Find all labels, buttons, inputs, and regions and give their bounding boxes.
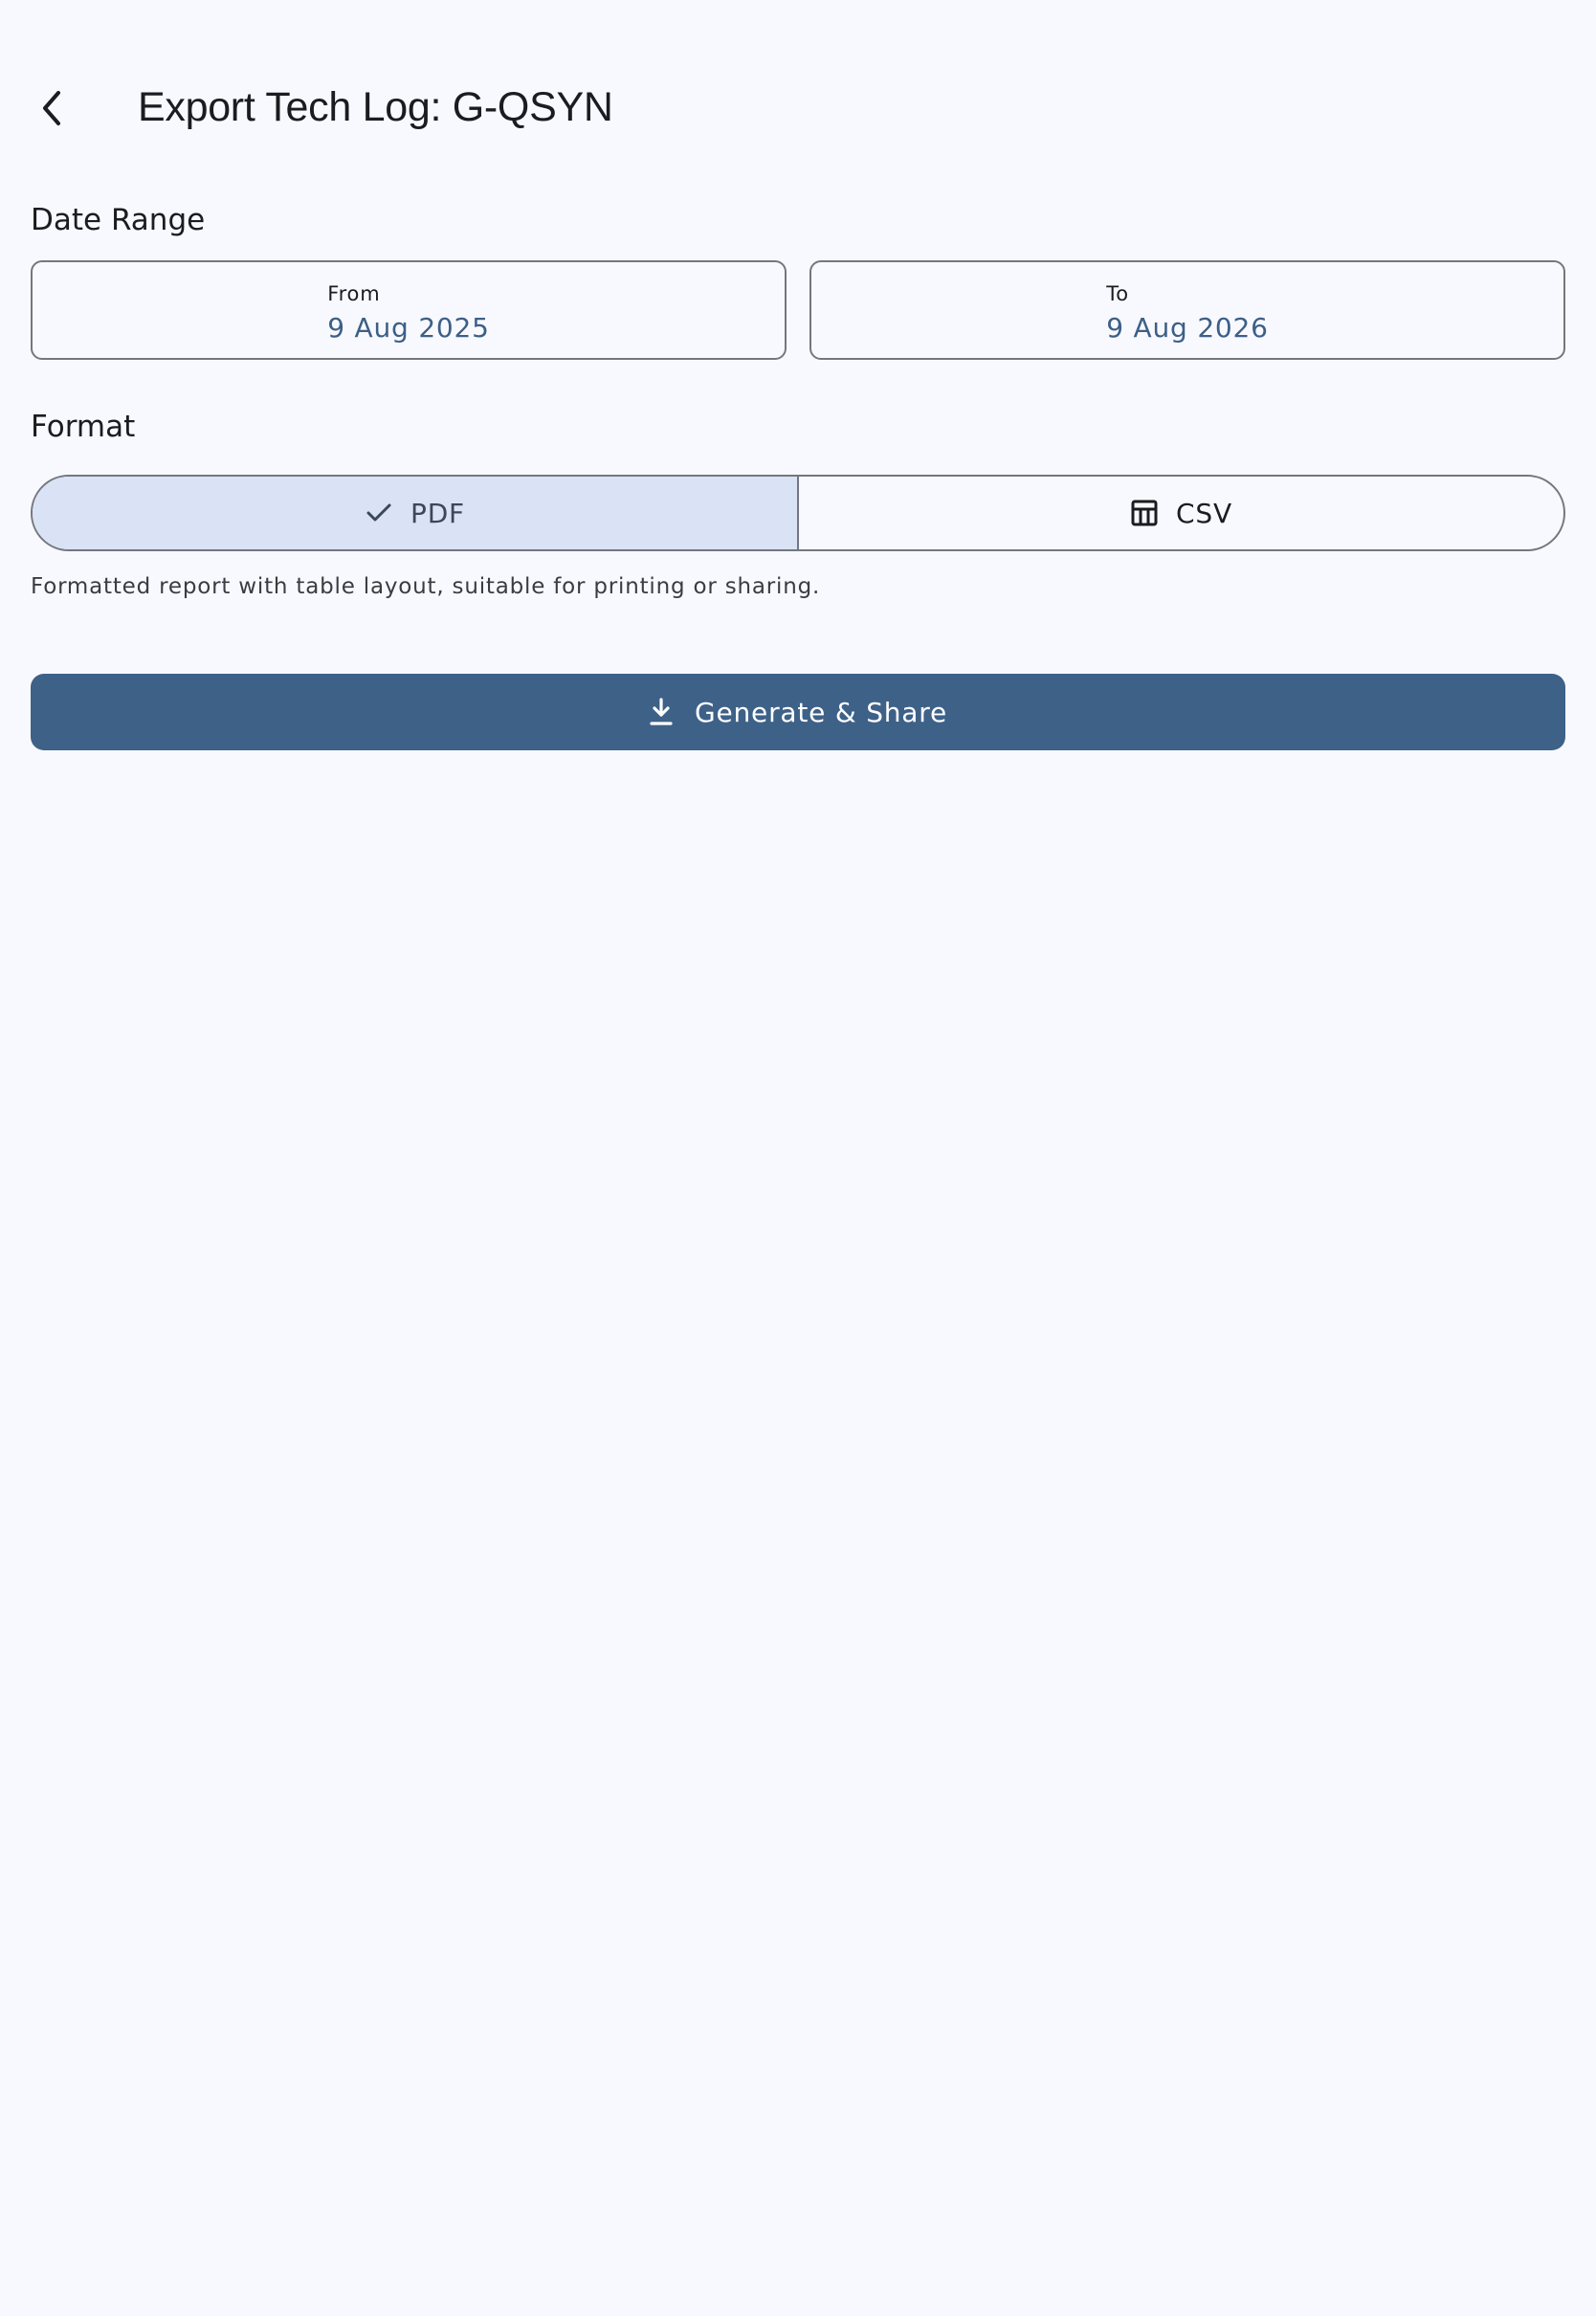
download-icon	[649, 698, 674, 726]
page-title: Export Tech Log: G-QSYN	[138, 84, 613, 130]
generate-share-label: Generate & Share	[694, 696, 947, 728]
check-icon	[365, 499, 393, 527]
app-bar: Export Tech Log: G-QSYN	[0, 56, 1596, 176]
table-icon	[1130, 499, 1159, 527]
to-date-field[interactable]: To 9 Aug 2026	[809, 260, 1565, 360]
format-option-pdf[interactable]: PDF	[33, 477, 799, 549]
from-date-value: 9 Aug 2025	[327, 312, 490, 344]
back-button[interactable]	[23, 78, 84, 139]
format-option-csv-label: CSV	[1176, 497, 1232, 529]
to-date-caption: To	[1106, 282, 1129, 305]
date-range-label: Date Range	[31, 203, 206, 237]
format-option-pdf-label: PDF	[410, 497, 465, 529]
from-date-caption: From	[327, 282, 381, 305]
generate-share-button[interactable]: Generate & Share	[31, 674, 1565, 750]
format-description: Formatted report with table layout, suit…	[31, 574, 821, 599]
to-date-value: 9 Aug 2026	[1106, 312, 1269, 344]
arrow-back-icon	[37, 89, 70, 127]
format-segmented-control: PDF CSV	[31, 475, 1565, 551]
format-option-csv[interactable]: CSV	[799, 477, 1563, 549]
format-label: Format	[31, 410, 136, 444]
from-date-field[interactable]: From 9 Aug 2025	[31, 260, 787, 360]
